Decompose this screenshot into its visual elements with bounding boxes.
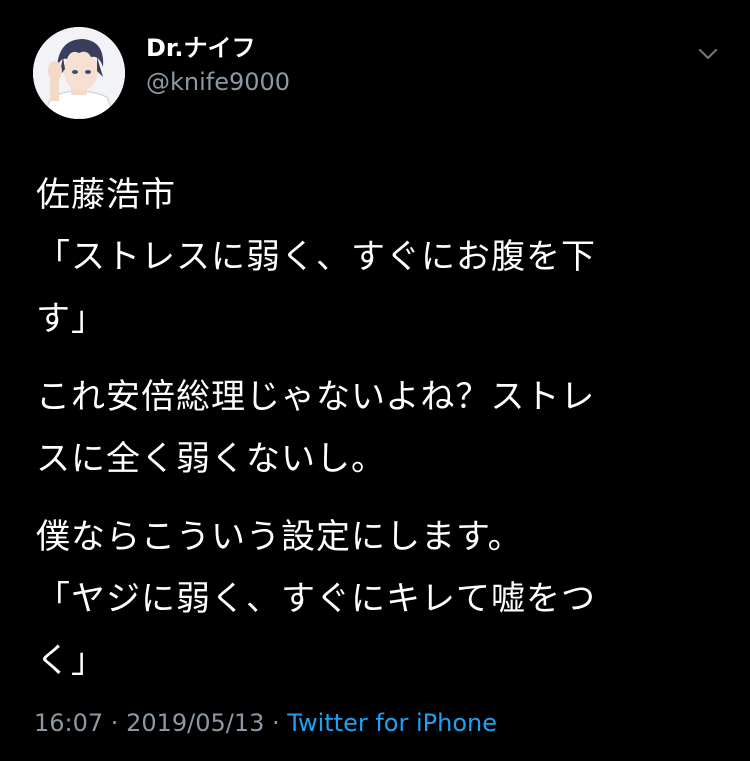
tweet-line: 僕ならこういう設定にします。 [36,517,523,557]
tweet-text: 佐藤浩市 「ストレスに弱く、すぐにお腹を下 す」 これ安倍総理じゃないよね？スト… [36,164,716,708]
meta-separator: · [103,709,127,737]
author-display-name[interactable]: Dr.ナイフ [146,33,255,63]
tweet-line: 「ヤジに弱く、すぐにキレて嘘をつ [36,579,596,619]
avatar[interactable] [33,27,125,119]
tweet-paragraph: 佐藤浩市 「ストレスに弱く、すぐにお腹を下 す」 [36,164,716,350]
author-handle[interactable]: @knife9000 [146,67,290,97]
anime-character-avatar-icon [33,27,125,119]
tweet-card: Dr.ナイフ @knife9000 佐藤浩市 「ストレスに弱く、すぐにお腹を下 … [0,0,750,761]
tweet-time[interactable]: 16:07 [34,709,103,737]
tweet-source-link[interactable]: Twitter for iPhone [287,709,497,737]
tweet-paragraph: これ安倍総理じゃないよね？ストレ スに全く弱くないし。 [36,366,716,490]
tweet-line: す」 [36,299,106,339]
tweet-line: 「ストレスに弱く、すぐにお腹を下 [36,237,596,277]
chevron-down-icon[interactable] [694,40,722,68]
tweet-line: スに全く弱くないし。 [36,439,386,479]
tweet-meta: 16:07 · 2019/05/13 · Twitter for iPhone [34,706,497,740]
tweet-line: く」 [36,641,106,681]
tweet-line: これ安倍総理じゃないよね？ストレ [36,377,596,417]
tweet-line: 佐藤浩市 [36,175,176,215]
meta-separator: · [264,709,288,737]
tweet-date[interactable]: 2019/05/13 [126,709,264,737]
tweet-paragraph: 僕ならこういう設定にします。 「ヤジに弱く、すぐにキレて嘘をつ く」 [36,506,716,692]
